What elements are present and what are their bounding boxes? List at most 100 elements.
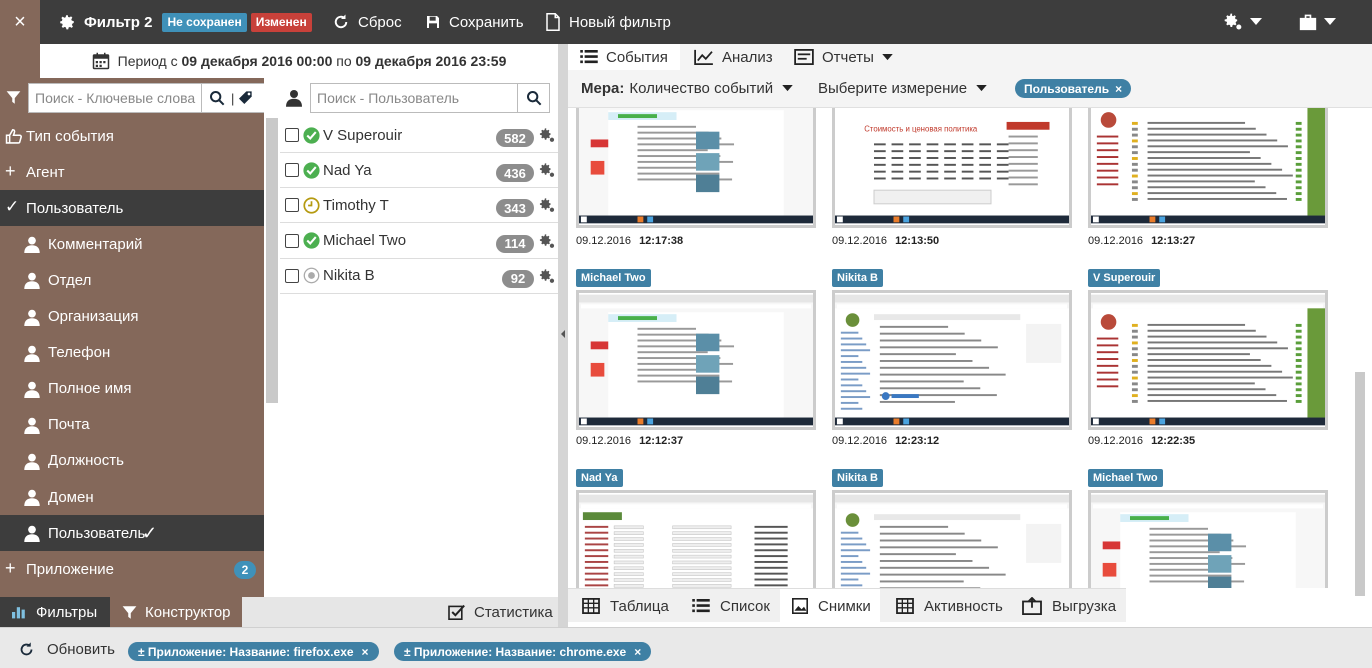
sidebar-item[interactable]: Телефон — [0, 335, 264, 371]
unsaved-badge: Не сохранен — [162, 12, 247, 32]
user-row[interactable]: Nikita B 92 — [280, 259, 558, 294]
tab-analysis-label: Анализ — [722, 48, 773, 66]
user-row[interactable]: Nad Ya 436 — [280, 153, 558, 189]
user-checkbox[interactable] — [285, 198, 299, 213]
tab-analysis[interactable]: Анализ — [694, 44, 773, 70]
sidebar-item[interactable]: Комментарий — [0, 226, 264, 262]
settings-icon[interactable] — [538, 197, 556, 214]
user-row[interactable]: Michael Two 114 — [280, 224, 558, 259]
user-row[interactable]: Timothy T 343 — [280, 188, 558, 224]
user-checkbox[interactable] — [285, 128, 299, 142]
dimension-chip[interactable]: Пользователь × — [1015, 79, 1132, 98]
snapshot-time: 12:13:27 — [1151, 235, 1196, 247]
tab-statistics[interactable]: Статистика — [448, 597, 553, 627]
snapshot-thumbnail[interactable]: Стоимость и ценовая политика — [832, 108, 1072, 228]
tag-icon[interactable] — [234, 90, 256, 106]
chevron-down-icon — [782, 85, 793, 92]
chevron-down-icon — [882, 53, 893, 61]
filter-title[interactable]: Фильтр 2 Не сохранен Изменен — [58, 0, 312, 44]
period-bar[interactable]: Период с 09 декабря 2016 00:00 по 09 дек… — [40, 44, 558, 78]
search-icon[interactable] — [201, 84, 231, 112]
sidebar-item[interactable]: Пользователь ✓ — [0, 515, 264, 552]
snapshot-thumbnail[interactable] — [576, 490, 816, 588]
tab-activity[interactable]: Активность — [882, 589, 1008, 623]
tab-statistics-label: Статистика — [474, 603, 553, 621]
settings-icon[interactable] — [538, 268, 556, 285]
dimension-select[interactable]: Выберите измерение — [818, 80, 987, 97]
user-row[interactable]: V Superouir 582 — [280, 118, 558, 153]
check-icon: ✓ — [142, 522, 158, 543]
sidebar-item[interactable]: + Агент — [0, 154, 264, 190]
tab-export[interactable]: Выгрузка — [1012, 589, 1126, 623]
user-icon — [24, 345, 40, 362]
snapshot-user-label[interactable]: Nad Ya — [576, 469, 623, 487]
search-icon[interactable] — [517, 84, 549, 112]
settings-icon[interactable] — [538, 162, 556, 179]
online-status-icon — [303, 126, 320, 144]
chevron-down-icon — [1250, 18, 1262, 26]
filter-chip-firefox[interactable]: ± Приложение: Название: firefox.exe × — [128, 642, 379, 661]
close-button[interactable]: × — [0, 0, 40, 44]
sidebar-item[interactable]: Полное имя — [0, 371, 264, 407]
snapshot-timestamp: 09.12.2016 12:22:35 — [1088, 435, 1195, 447]
sidebar-item[interactable]: + Приложение 2 — [0, 551, 264, 587]
sidebar-item[interactable]: Почта — [0, 407, 264, 443]
snapshot-date: 09.12.2016 — [1088, 435, 1144, 447]
reset-button[interactable]: Сброс — [332, 0, 402, 44]
close-icon[interactable]: × — [634, 645, 641, 659]
tab-constructor[interactable]: Конструктор — [110, 597, 242, 627]
tab-table-label: Таблица — [610, 597, 669, 615]
snapshot-thumbnail[interactable] — [1088, 108, 1328, 228]
snapshot-user-label[interactable]: V Superouir — [1088, 269, 1161, 287]
snapshot-date: 09.12.2016 — [576, 435, 632, 447]
save-button[interactable]: Сохранить — [425, 0, 524, 44]
scrollbar[interactable] — [266, 118, 278, 403]
sidebar-item[interactable]: Домен — [0, 479, 264, 515]
snapshot-user-label[interactable]: Michael Two — [1088, 469, 1163, 487]
snapshot-thumbnail[interactable] — [576, 108, 816, 228]
snapshot-user-label[interactable]: Nikita B — [832, 469, 883, 487]
workspace-menu[interactable] — [1298, 0, 1336, 44]
snapshot-thumbnail[interactable] — [576, 290, 816, 430]
tab-reports[interactable]: Отчеты — [794, 44, 893, 70]
close-icon[interactable]: × — [1115, 82, 1122, 96]
snapshot-gallery: 09.12.2016 12:17:38 Стоимость и ценовая по… — [568, 108, 1360, 588]
user-search-input[interactable] — [311, 85, 517, 111]
close-icon[interactable]: × — [362, 645, 369, 659]
table-icon — [896, 598, 914, 614]
measure-select[interactable]: Мера: Количество событий — [581, 80, 793, 97]
refresh-button[interactable]: Обновить — [18, 641, 115, 658]
tab-snapshots[interactable]: Снимки — [780, 589, 880, 623]
snapshot-user-label[interactable]: Michael Two — [576, 269, 651, 287]
tab-table[interactable]: Таблица — [568, 589, 678, 623]
user-checkbox[interactable] — [285, 268, 299, 283]
sidebar-item[interactable]: ✓ Пользователь — [0, 190, 264, 227]
settings-menu[interactable] — [1222, 0, 1262, 44]
snapshot-timestamp: 09.12.2016 12:13:27 — [1088, 235, 1195, 247]
settings-icon[interactable] — [538, 233, 556, 250]
user-checkbox[interactable] — [285, 233, 299, 248]
sidebar-item[interactable]: Должность — [0, 443, 264, 479]
snapshot-user-label[interactable]: Nikita B — [832, 269, 883, 287]
sidebar-item-label: Должность — [48, 452, 124, 470]
offline-status-icon — [303, 267, 320, 284]
keyword-search-input[interactable] — [29, 85, 201, 111]
filter-chip-chrome[interactable]: ± Приложение: Название: chrome.exe × — [394, 642, 652, 661]
tab-events[interactable]: События — [568, 44, 680, 70]
sidebar-item[interactable]: Отдел — [0, 262, 264, 298]
pane-splitter[interactable] — [558, 44, 568, 627]
scrollbar[interactable] — [1355, 372, 1365, 596]
new-filter-label: Новый фильтр — [569, 13, 671, 31]
snapshot-thumbnail[interactable] — [1088, 290, 1328, 430]
snapshot-thumbnail[interactable] — [1088, 490, 1328, 588]
tab-filters[interactable]: Фильтры — [0, 597, 110, 627]
user-checkbox[interactable] — [285, 163, 299, 178]
snapshot-time: 12:12:37 — [639, 435, 684, 447]
settings-icon[interactable] — [538, 127, 556, 144]
snapshot-thumbnail[interactable] — [832, 490, 1072, 588]
sidebar-item[interactable]: Тип события — [0, 118, 264, 154]
new-filter-button[interactable]: Новый фильтр — [545, 0, 671, 44]
snapshot-thumbnail[interactable] — [832, 290, 1072, 430]
tab-list[interactable]: Список — [680, 589, 778, 623]
sidebar-item[interactable]: Организация — [0, 299, 264, 335]
